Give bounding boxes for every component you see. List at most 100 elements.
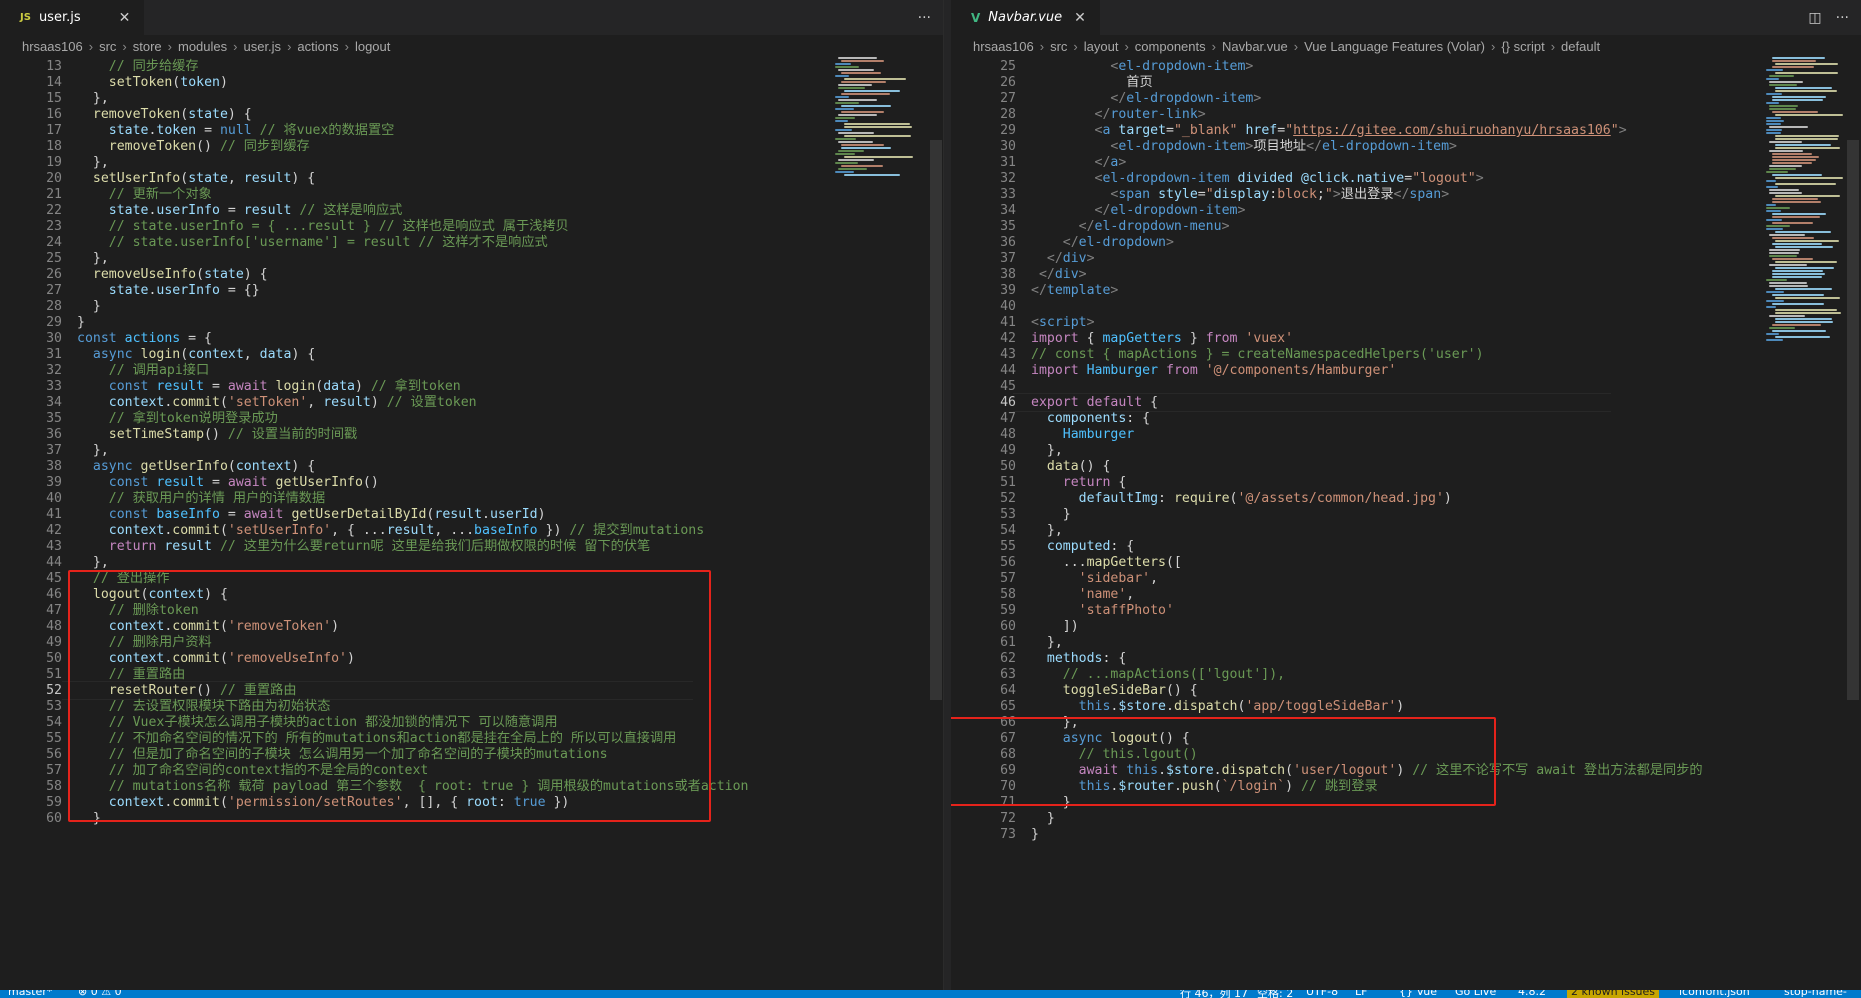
breadcrumb-item[interactable]: user.js [243,39,281,54]
breadcrumb-item[interactable]: src [99,39,116,54]
minimap-line [1772,237,1814,239]
minimap-line [1766,225,1790,227]
breadcrumb-item[interactable]: layout [1084,39,1119,54]
minimap-line [1769,189,1799,191]
breadcrumb-item[interactable]: modules [178,39,227,54]
status-item[interactable]: Go Live [1455,990,1496,998]
minimap-line [1769,84,1797,86]
minimap-line [1769,105,1798,107]
breadcrumb-separator-icon: › [88,38,94,54]
breadcrumb-item[interactable]: logout [355,39,390,54]
status-item[interactable]: UTF-8 [1306,990,1338,998]
editor-split-divider[interactable] [943,0,951,990]
scrollbar[interactable] [1847,140,1859,700]
minimap-line [1775,90,1837,92]
minimap-line [835,117,855,119]
tab-navbar-vue[interactable]: V Navbar.vue ✕ [951,0,1100,35]
minimap-line [1775,267,1834,269]
minimap-line [1772,156,1819,158]
minimap-line [1772,201,1821,203]
status-item[interactable]: 行 46，列 17 [1180,990,1248,998]
breadcrumb-item[interactable]: hrsaas106 [22,39,83,54]
breadcrumb: hrsaas106 › src › layout › components › Navbar.v… [951,35,1861,57]
minimap-line [1775,138,1838,140]
minimap-line [844,90,900,92]
minimap-line [841,111,884,113]
tab-label: user.js [38,10,81,25]
minimap-line [844,126,912,128]
minimap-line [1766,291,1784,293]
minimap-line [1769,81,1803,83]
minimap-line [841,105,891,107]
status-item[interactable]: 空格: 2 [1257,990,1293,998]
minimap-line [1769,285,1808,287]
breadcrumb-item[interactable]: {} script [1501,39,1544,54]
status-item[interactable]: ⊗ 0 ⚠ 0 [78,990,122,998]
tab-user-js[interactable]: JS user.js ✕ [0,0,145,35]
minimap-line [1772,294,1824,296]
minimap-line [835,66,859,68]
minimap-line [1772,153,1812,155]
status-item[interactable]: 2 known issues [1567,990,1660,998]
minimap-line [838,150,864,152]
minimap-line [1766,339,1783,341]
minimap-line [844,135,911,137]
minimap-line [1775,183,1836,185]
breadcrumb-separator-icon: › [1211,38,1216,54]
split-editor-icon[interactable]: ◫ [1808,10,1821,26]
code-editor[interactable]: <router-link to="/">25 <el-dropdown-item… [951,57,1861,990]
minimap-line [838,69,874,71]
minimap-line [1772,216,1820,218]
minimap-line [835,108,854,110]
status-item[interactable]: master* [8,990,52,998]
breadcrumb: hrsaas106 › src › store › modules › user.js › acti… [0,35,943,57]
minimap-line [1769,282,1807,284]
status-item[interactable]: iconfont.json [1679,990,1750,998]
js-file-icon: JS [20,12,31,23]
minimap-line [1775,297,1840,299]
minimap-line [835,96,849,98]
status-item[interactable]: LF [1355,990,1367,998]
breadcrumb-item[interactable]: src [1050,39,1067,54]
minimap-line [1766,69,1783,71]
close-icon[interactable]: ✕ [119,10,131,26]
breadcrumb-item[interactable]: hrsaas106 [973,39,1034,54]
minimap-line [1775,312,1841,314]
breadcrumb-item[interactable]: components [1135,39,1206,54]
minimap-line [1772,222,1813,224]
breadcrumb-item[interactable]: Vue Language Features (Volar) [1304,39,1485,54]
minimap-line [1772,258,1813,260]
close-icon[interactable]: ✕ [1074,10,1086,26]
minimap-line [1772,66,1814,68]
minimap-line [1772,111,1818,113]
minimap-line [1766,102,1779,104]
minimap-line [1772,213,1826,215]
minimap-line [1766,300,1784,302]
minimap[interactable] [835,57,930,990]
minimap-line [1772,159,1816,161]
minimap-line [1775,144,1831,146]
breadcrumb-item[interactable]: Navbar.vue [1222,39,1288,54]
status-item[interactable]: 4.8.2 [1518,990,1546,998]
scrollbar[interactable] [930,140,942,700]
minimap-line [1772,60,1816,62]
minimap-line [1772,330,1826,332]
breadcrumb-item[interactable]: store [133,39,162,54]
minimap-line [1769,150,1803,152]
breadcrumb-item[interactable]: default [1561,39,1600,54]
minimap-line [835,120,848,122]
status-item[interactable]: {} Vue [1399,990,1437,998]
breadcrumb-separator-icon: › [1491,38,1496,54]
minimap-line [838,57,877,59]
breadcrumb-item[interactable]: actions [297,39,338,54]
minimap-line [1769,264,1807,266]
breadcrumb-separator-icon: › [1039,38,1045,54]
minimap-line [1769,108,1796,110]
minimap-line [835,171,854,173]
minimap-line [1775,318,1832,320]
minimap-line [838,114,877,116]
more-actions-icon[interactable]: ··· [918,10,931,26]
status-item[interactable]: stop-name-prop-name-) [1784,990,1861,998]
code-editor[interactable]: state.token = token // 将数据设置给vuex13 // 同… [0,57,943,990]
more-actions-icon[interactable]: ··· [1836,10,1849,26]
